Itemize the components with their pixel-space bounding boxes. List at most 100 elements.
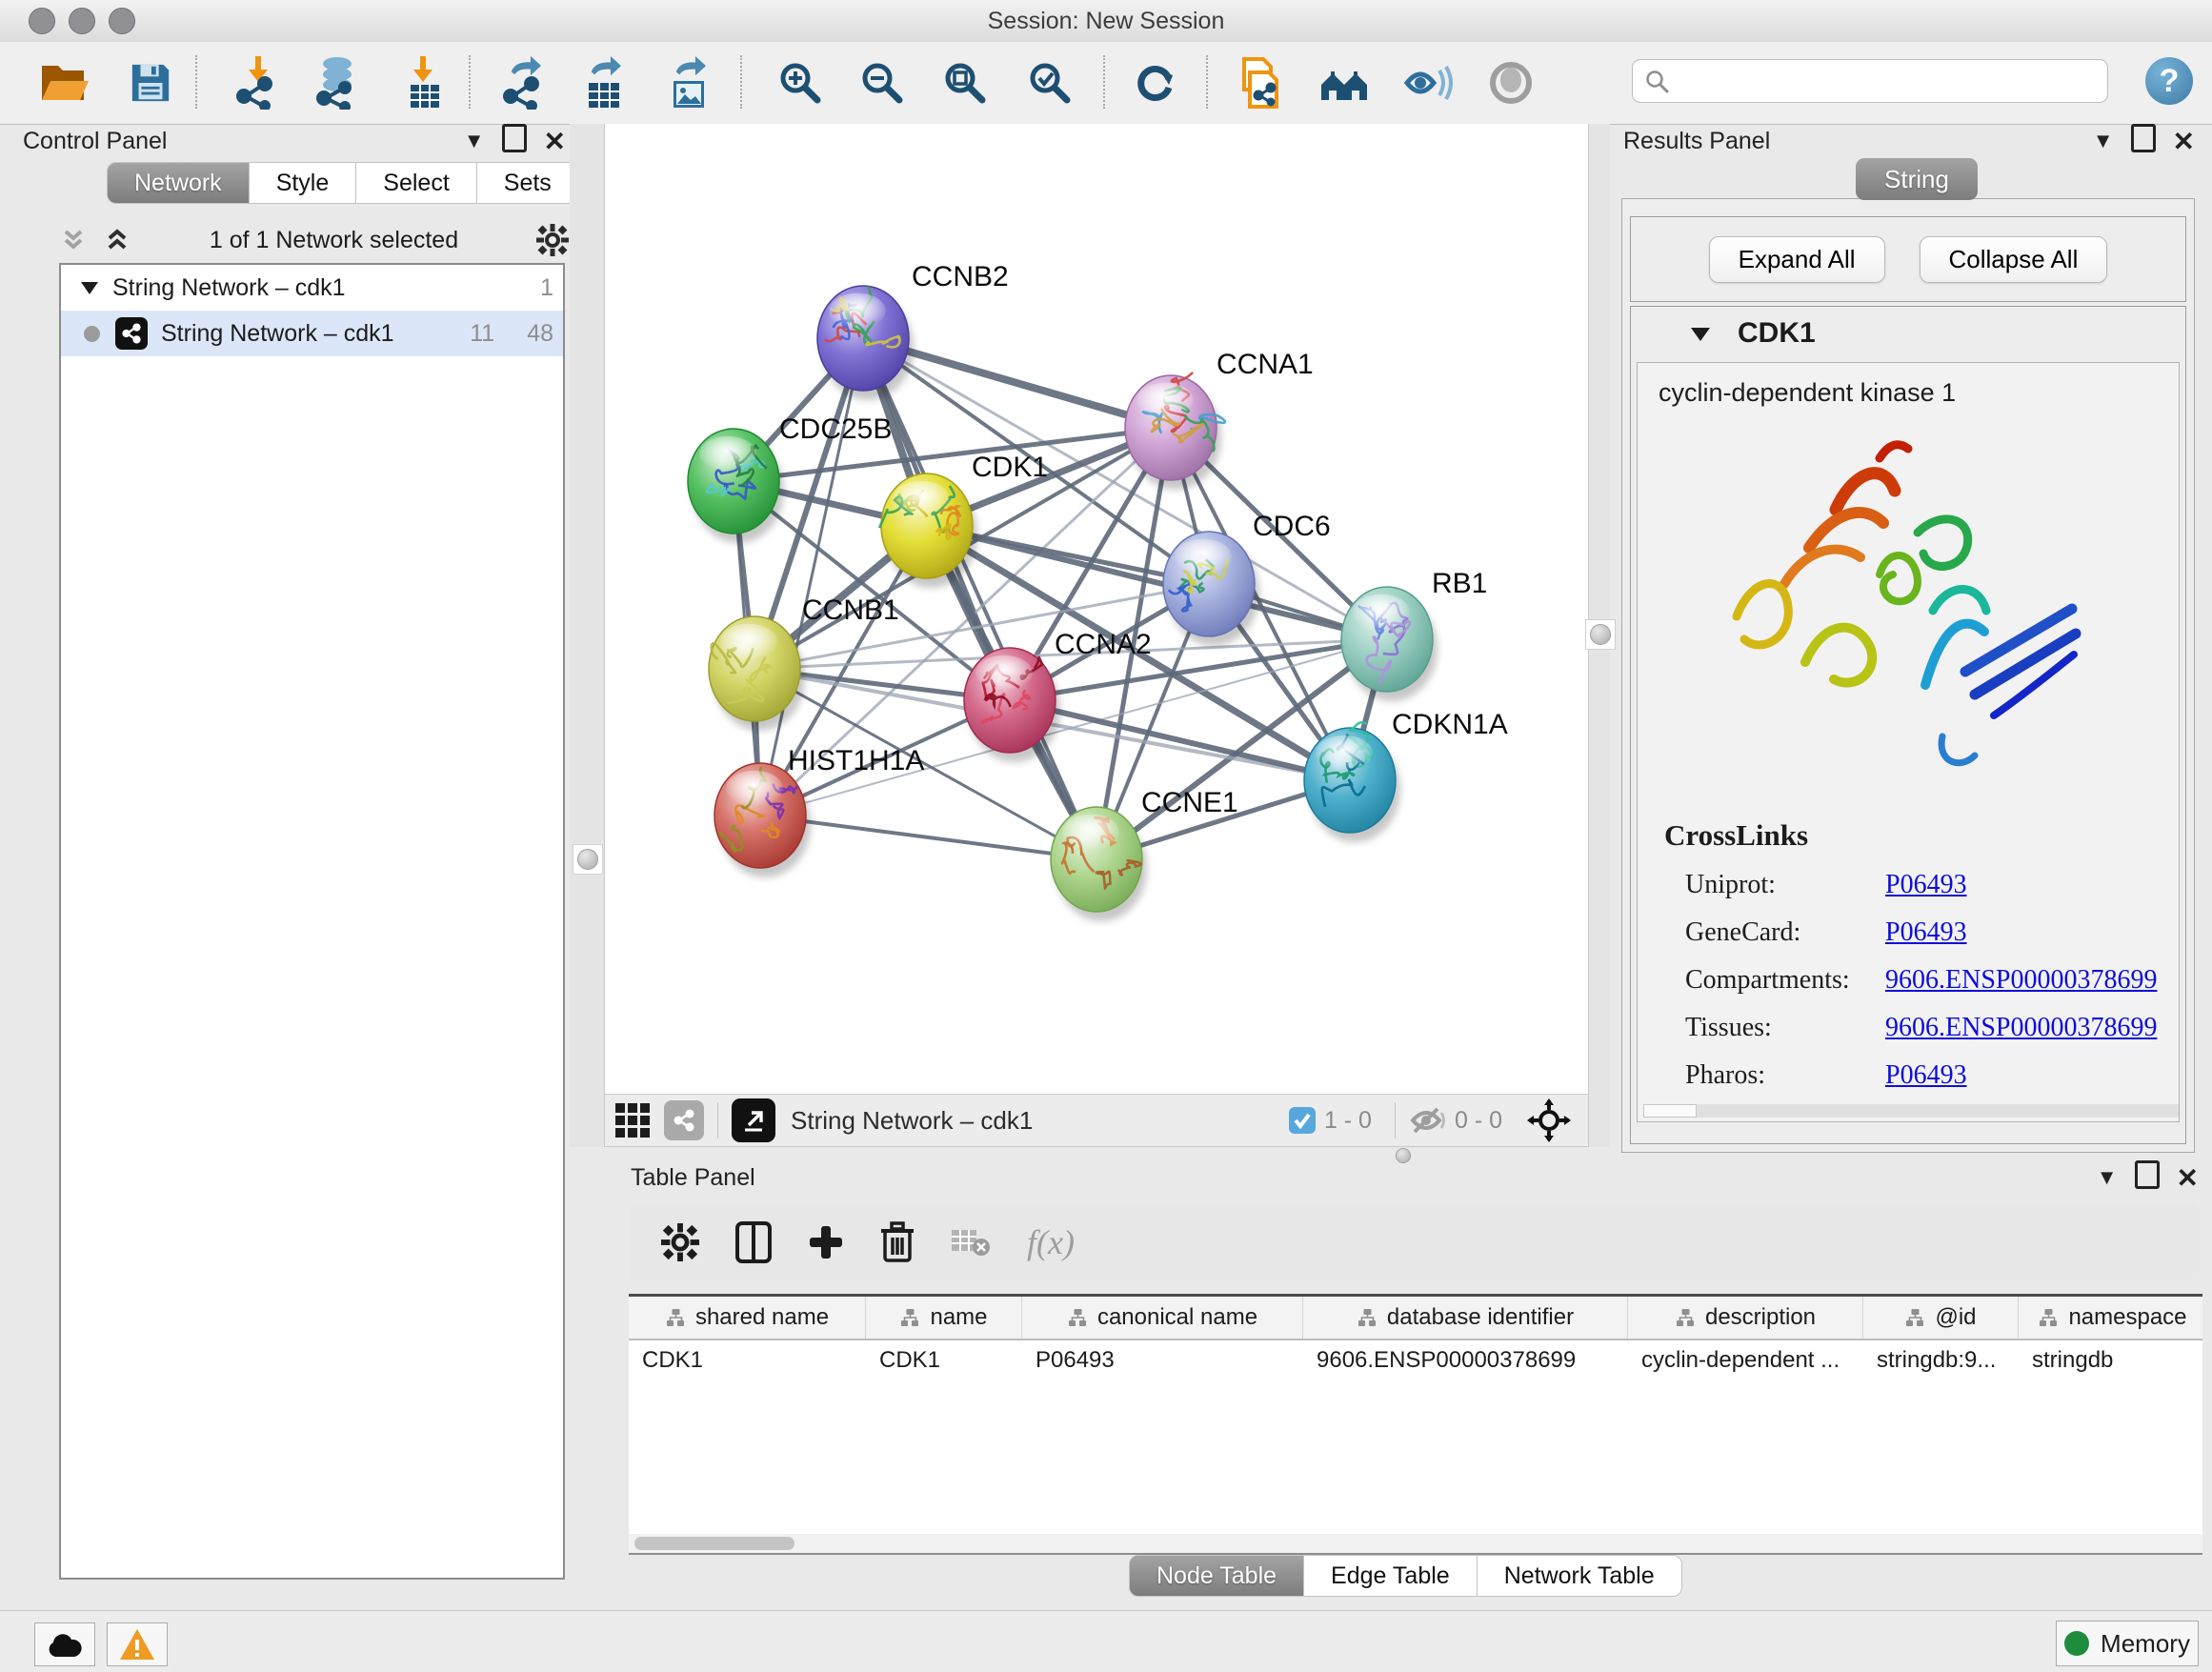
- edge-CCNB2-HIST1H1A[interactable]: [760, 338, 863, 816]
- tab-select[interactable]: Select: [356, 162, 476, 204]
- panel-menu-icon[interactable]: ▼: [2097, 1165, 2118, 1190]
- network-collection-row[interactable]: String Network – cdk1 1: [61, 265, 563, 311]
- edge-CDK1-RB1[interactable]: [927, 526, 1387, 639]
- left-splitter[interactable]: [570, 124, 604, 1147]
- window-zoom-button[interactable]: [109, 8, 135, 34]
- window-minimize-button[interactable]: [69, 8, 95, 34]
- cell-canonical-name[interactable]: P06493: [1022, 1340, 1303, 1380]
- bottom-splitter-handle[interactable]: [1393, 1148, 1414, 1159]
- export-table-button[interactable]: [576, 53, 633, 112]
- export-network-button[interactable]: [496, 53, 553, 112]
- collapse-all-icon[interactable]: [59, 226, 88, 254]
- apply-layout-button[interactable]: [1127, 53, 1184, 112]
- entry-scrollbar-thumb[interactable]: [1643, 1104, 1697, 1118]
- cell-database-identifier[interactable]: 9606.ENSP00000378699: [1303, 1340, 1628, 1380]
- tab-network-table[interactable]: Network Table: [1478, 1555, 1682, 1597]
- tab-string[interactable]: String: [1856, 158, 1978, 200]
- cloud-button[interactable]: [34, 1622, 95, 1666]
- add-column-icon[interactable]: [808, 1224, 844, 1260]
- zoom-fit-button[interactable]: [936, 53, 994, 112]
- expand-all-button[interactable]: Expand All: [1709, 236, 1885, 283]
- edge-HIST1H1A-CCNE1[interactable]: [760, 816, 1096, 859]
- table-h-scrollbar-thumb[interactable]: [634, 1537, 794, 1550]
- network-canvas[interactable]: CCNB2CCNA1CDC25BCDK1CDC6RB1CCNB1CCNA2CDK…: [604, 124, 1589, 1094]
- memory-button[interactable]: Memory: [2056, 1621, 2199, 1666]
- panel-float-icon[interactable]: [2131, 124, 2156, 158]
- node-CCNB2[interactable]: CCNB2: [817, 261, 1009, 400]
- network-graph[interactable]: CCNB2CCNA1CDC25BCDK1CDC6RB1CCNB1CCNA2CDK…: [605, 124, 1588, 1094]
- crosslink-tissues-[interactable]: 9606.ENSP00000378699: [1885, 1013, 2157, 1043]
- save-session-button[interactable]: [122, 53, 179, 112]
- import-network-from-database-button[interactable]: [309, 53, 366, 112]
- zoom-out-button[interactable]: [854, 53, 911, 112]
- table-row[interactable]: CDK1CDK1P064939606.ENSP00000378699cyclin…: [629, 1340, 2202, 1380]
- collapse-all-button[interactable]: Collapse All: [1920, 236, 2108, 283]
- cell-shared-name[interactable]: CDK1: [629, 1340, 866, 1380]
- cell--id[interactable]: stringdb:9...: [1863, 1340, 2019, 1380]
- network-share-icon[interactable]: [664, 1100, 704, 1140]
- search-input[interactable]: [1679, 67, 2096, 95]
- tab-sets[interactable]: Sets: [477, 162, 579, 204]
- hide-graphics-details-button[interactable]: [1482, 53, 1539, 112]
- table-h-scrollbar[interactable]: [629, 1534, 2202, 1555]
- crosslink-compartments-[interactable]: 9606.ENSP00000378699: [1885, 965, 2157, 996]
- open-session-button[interactable]: [36, 53, 93, 112]
- warnings-button[interactable]: [107, 1622, 168, 1666]
- cell-description[interactable]: cyclin-dependent ...: [1628, 1340, 1863, 1380]
- column-header-description[interactable]: description: [1628, 1297, 1863, 1339]
- show-graphics-details-button[interactable]: [1399, 53, 1457, 112]
- node-HIST1H1A[interactable]: HIST1H1A: [714, 745, 924, 877]
- tab-style[interactable]: Style: [250, 162, 357, 204]
- node-CCNA1[interactable]: CCNA1: [1125, 349, 1314, 490]
- cell-namespace[interactable]: stringdb: [2019, 1340, 2202, 1380]
- node-CDC6[interactable]: CDC6: [1163, 511, 1331, 646]
- cell-name[interactable]: CDK1: [866, 1340, 1022, 1380]
- column-header-database-identifier[interactable]: database identifier: [1303, 1297, 1628, 1339]
- export-view-icon[interactable]: [732, 1098, 775, 1142]
- tab-node-table[interactable]: Node Table: [1129, 1555, 1304, 1597]
- column-header-namespace[interactable]: namespace: [2019, 1297, 2202, 1339]
- column-header-name[interactable]: name: [866, 1297, 1022, 1339]
- panel-menu-icon[interactable]: ▼: [464, 129, 485, 153]
- clone-network-button[interactable]: [1231, 53, 1288, 112]
- zoom-selected-button[interactable]: [1021, 53, 1078, 112]
- select-columns-icon[interactable]: [735, 1221, 772, 1263]
- delete-column-icon[interactable]: [880, 1221, 915, 1263]
- column-header-canonical-name[interactable]: canonical name: [1022, 1297, 1303, 1339]
- gear-icon[interactable]: [661, 1223, 699, 1261]
- window-close-button[interactable]: [29, 8, 55, 34]
- tab-edge-table[interactable]: Edge Table: [1304, 1555, 1478, 1597]
- entry-scrollbar[interactable]: [1643, 1104, 2180, 1118]
- selected-checkbox-icon[interactable]: [1288, 1106, 1317, 1135]
- panel-close-icon[interactable]: ✕: [2173, 126, 2195, 157]
- network-row[interactable]: String Network – cdk1 11 48: [61, 311, 563, 356]
- crosshair-icon[interactable]: [1527, 1098, 1571, 1142]
- tab-network[interactable]: Network: [107, 162, 250, 204]
- node-CCNE1[interactable]: CCNE1: [1051, 787, 1238, 921]
- search-field[interactable]: [1632, 59, 2108, 103]
- node-table[interactable]: shared namenamecanonical namedatabase id…: [629, 1294, 2202, 1536]
- import-table-button[interactable]: [396, 53, 453, 112]
- node-CDKN1A[interactable]: CDKN1A: [1304, 709, 1508, 842]
- export-image-button[interactable]: [661, 53, 718, 112]
- left-splitter-handle[interactable]: [573, 844, 603, 875]
- first-neighbors-button[interactable]: [1317, 53, 1374, 112]
- entry-header[interactable]: CDK1: [1631, 307, 2185, 360]
- gear-icon[interactable]: [536, 224, 569, 256]
- crosslink-pharos-[interactable]: P06493: [1885, 1060, 1967, 1091]
- import-network-button[interactable]: [230, 53, 287, 112]
- node-RB1[interactable]: RB1: [1341, 568, 1487, 701]
- column-header--id[interactable]: @id: [1863, 1297, 2019, 1339]
- zoom-in-button[interactable]: [772, 53, 829, 112]
- panel-close-icon[interactable]: ✕: [544, 126, 566, 157]
- panel-menu-icon[interactable]: ▼: [2093, 129, 2114, 153]
- panel-close-icon[interactable]: ✕: [2177, 1162, 2199, 1194]
- crosslink-uniprot-[interactable]: P06493: [1885, 870, 1967, 900]
- crosslink-genecard-[interactable]: P06493: [1885, 917, 1967, 948]
- panel-float-icon[interactable]: [2135, 1160, 2160, 1195]
- panel-float-icon[interactable]: [502, 124, 527, 158]
- collapse-triangle-icon[interactable]: [80, 280, 99, 295]
- birds-eye-view-icon[interactable]: [614, 1102, 651, 1138]
- expand-all-icon[interactable]: [103, 226, 131, 254]
- column-header-shared-name[interactable]: shared name: [629, 1297, 866, 1339]
